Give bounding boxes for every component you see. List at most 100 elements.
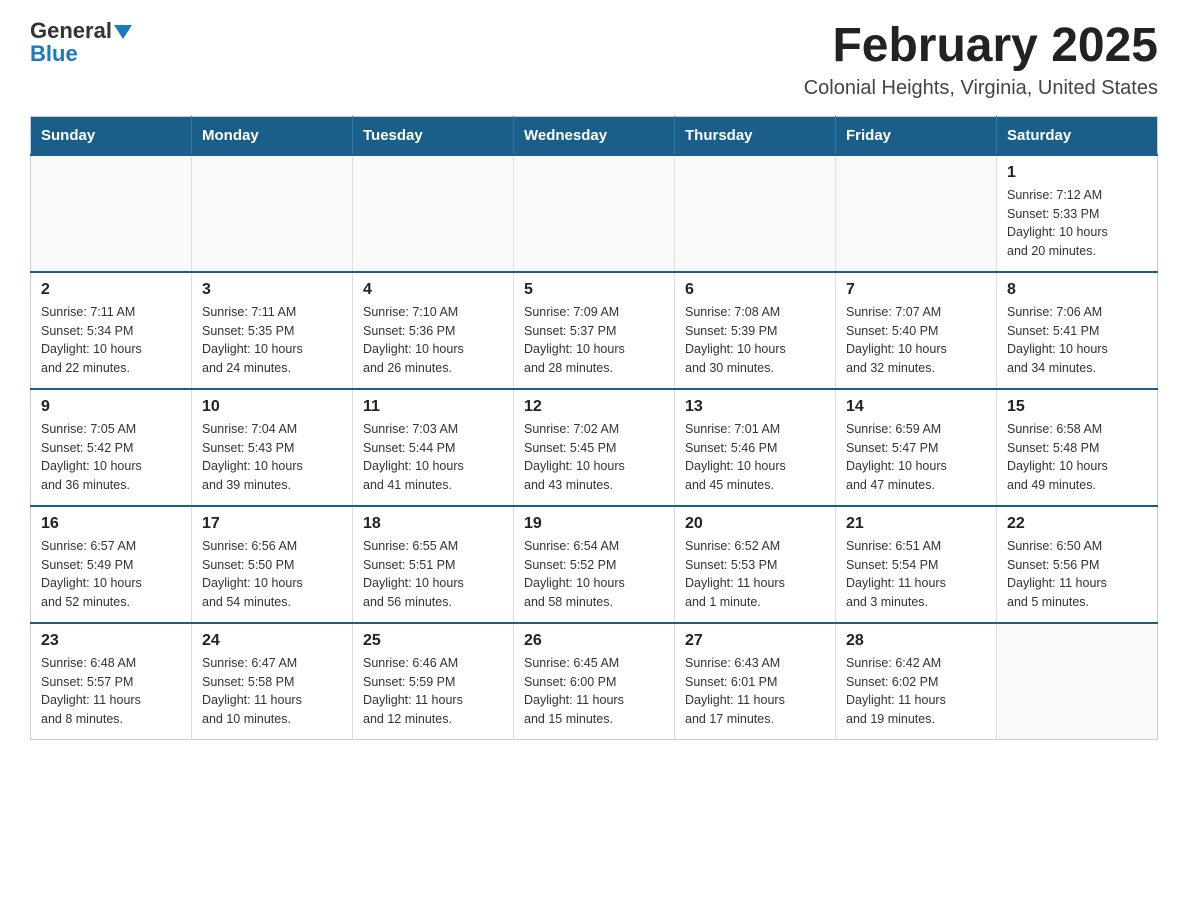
calendar-week-2: 2 Sunrise: 7:11 AMSunset: 5:34 PMDaylight… — [31, 272, 1158, 389]
calendar-body: 1 Sunrise: 7:12 AMSunset: 5:33 PMDaylight… — [31, 155, 1158, 740]
calendar-cell — [353, 155, 514, 272]
day-info: Sunrise: 6:57 AMSunset: 5:49 PMDaylight:… — [41, 537, 181, 612]
calendar-table: SundayMondayTuesdayWednesdayThursdayFrid… — [30, 116, 1158, 740]
day-info: Sunrise: 7:08 AMSunset: 5:39 PMDaylight:… — [685, 303, 825, 378]
calendar-week-3: 9 Sunrise: 7:05 AMSunset: 5:42 PMDaylight… — [31, 389, 1158, 506]
calendar-cell: 26 Sunrise: 6:45 AMSunset: 6:00 PMDayligh… — [514, 623, 675, 740]
weekday-header-sunday: Sunday — [31, 116, 192, 155]
calendar-cell — [675, 155, 836, 272]
day-number: 21 — [846, 515, 986, 533]
weekday-header-row: SundayMondayTuesdayWednesdayThursdayFrid… — [31, 116, 1158, 155]
calendar-cell — [192, 155, 353, 272]
day-number: 16 — [41, 515, 181, 533]
calendar-cell: 20 Sunrise: 6:52 AMSunset: 5:53 PMDayligh… — [675, 506, 836, 623]
page-header: General Blue February 2025 Colonial Heig… — [30, 20, 1158, 100]
day-number: 6 — [685, 281, 825, 299]
day-info: Sunrise: 7:07 AMSunset: 5:40 PMDaylight:… — [846, 303, 986, 378]
calendar-cell: 28Sunrise: 6:42 AMSunset: 6:02 PMDayligh… — [836, 623, 997, 740]
day-info: Sunrise: 7:01 AMSunset: 5:46 PMDaylight:… — [685, 420, 825, 495]
day-info: Sunrise: 7:06 AMSunset: 5:41 PMDaylight:… — [1007, 303, 1147, 378]
calendar-header: SundayMondayTuesdayWednesdayThursdayFrid… — [31, 116, 1158, 155]
day-info: Sunrise: 7:11 AMSunset: 5:35 PMDaylight:… — [202, 303, 342, 378]
calendar-cell: 25 Sunrise: 6:46 AMSunset: 5:59 PMDayligh… — [353, 623, 514, 740]
day-info: Sunrise: 6:51 AMSunset: 5:54 PMDaylight:… — [846, 537, 986, 612]
calendar-cell: 23Sunrise: 6:48 AMSunset: 5:57 PMDayligh… — [31, 623, 192, 740]
calendar-cell: 1 Sunrise: 7:12 AMSunset: 5:33 PMDaylight… — [997, 155, 1158, 272]
day-number: 12 — [524, 398, 664, 416]
logo-bottom: Blue — [30, 43, 78, 66]
day-info: Sunrise: 7:11 AMSunset: 5:34 PMDaylight:… — [41, 303, 181, 378]
day-number: 24 — [202, 632, 342, 650]
day-info: Sunrise: 6:43 AMSunset: 6:01 PMDaylight:… — [685, 654, 825, 729]
day-info: Sunrise: 6:54 AMSunset: 5:52 PMDaylight:… — [524, 537, 664, 612]
day-number: 19 — [524, 515, 664, 533]
calendar-cell: 12 Sunrise: 7:02 AMSunset: 5:45 PMDayligh… — [514, 389, 675, 506]
day-info: Sunrise: 6:59 AMSunset: 5:47 PMDaylight:… — [846, 420, 986, 495]
day-info: Sunrise: 7:12 AMSunset: 5:33 PMDaylight:… — [1007, 186, 1147, 261]
calendar-cell — [31, 155, 192, 272]
day-number: 27 — [685, 632, 825, 650]
logo-blue-text: Blue — [30, 41, 78, 66]
day-info: Sunrise: 6:46 AMSunset: 5:59 PMDaylight:… — [363, 654, 503, 729]
weekday-header-thursday: Thursday — [675, 116, 836, 155]
day-info: Sunrise: 6:55 AMSunset: 5:51 PMDaylight:… — [363, 537, 503, 612]
day-info: Sunrise: 6:52 AMSunset: 5:53 PMDaylight:… — [685, 537, 825, 612]
day-number: 13 — [685, 398, 825, 416]
calendar-cell: 24 Sunrise: 6:47 AMSunset: 5:58 PMDayligh… — [192, 623, 353, 740]
calendar-cell — [514, 155, 675, 272]
weekday-header-tuesday: Tuesday — [353, 116, 514, 155]
calendar-cell: 3Sunrise: 7:11 AMSunset: 5:35 PMDaylight… — [192, 272, 353, 389]
calendar-cell: 2 Sunrise: 7:11 AMSunset: 5:34 PMDaylight… — [31, 272, 192, 389]
day-number: 10 — [202, 398, 342, 416]
calendar-cell: 18Sunrise: 6:55 AMSunset: 5:51 PMDayligh… — [353, 506, 514, 623]
day-info: Sunrise: 6:56 AMSunset: 5:50 PMDaylight:… — [202, 537, 342, 612]
calendar-cell: 6 Sunrise: 7:08 AMSunset: 5:39 PMDaylight… — [675, 272, 836, 389]
logo-top: General — [30, 20, 132, 43]
calendar-cell: 19 Sunrise: 6:54 AMSunset: 5:52 PMDayligh… — [514, 506, 675, 623]
calendar-cell: 7Sunrise: 7:07 AMSunset: 5:40 PMDaylight… — [836, 272, 997, 389]
calendar-cell: 11 Sunrise: 7:03 AMSunset: 5:44 PMDayligh… — [353, 389, 514, 506]
day-number: 22 — [1007, 515, 1147, 533]
calendar-week-5: 23Sunrise: 6:48 AMSunset: 5:57 PMDayligh… — [31, 623, 1158, 740]
calendar-cell: 14 Sunrise: 6:59 AMSunset: 5:47 PMDayligh… — [836, 389, 997, 506]
day-info: Sunrise: 7:02 AMSunset: 5:45 PMDaylight:… — [524, 420, 664, 495]
calendar-cell: 27 Sunrise: 6:43 AMSunset: 6:01 PMDayligh… — [675, 623, 836, 740]
day-info: Sunrise: 7:10 AMSunset: 5:36 PMDaylight:… — [363, 303, 503, 378]
weekday-header-monday: Monday — [192, 116, 353, 155]
day-info: Sunrise: 6:47 AMSunset: 5:58 PMDaylight:… — [202, 654, 342, 729]
day-info: Sunrise: 7:05 AMSunset: 5:42 PMDaylight:… — [41, 420, 181, 495]
day-number: 20 — [685, 515, 825, 533]
calendar-cell — [997, 623, 1158, 740]
day-info: Sunrise: 6:48 AMSunset: 5:57 PMDaylight:… — [41, 654, 181, 729]
day-number: 9 — [41, 398, 181, 416]
location-title: Colonial Heights, Virginia, United State… — [804, 77, 1158, 100]
calendar-cell: 13 Sunrise: 7:01 AMSunset: 5:46 PMDayligh… — [675, 389, 836, 506]
day-info: Sunrise: 7:09 AMSunset: 5:37 PMDaylight:… — [524, 303, 664, 378]
calendar-cell: 17 Sunrise: 6:56 AMSunset: 5:50 PMDayligh… — [192, 506, 353, 623]
logo: General Blue — [30, 20, 132, 66]
day-info: Sunrise: 6:45 AMSunset: 6:00 PMDaylight:… — [524, 654, 664, 729]
day-number: 4 — [363, 281, 503, 299]
calendar-cell: 16 Sunrise: 6:57 AMSunset: 5:49 PMDayligh… — [31, 506, 192, 623]
day-info: Sunrise: 6:50 AMSunset: 5:56 PMDaylight:… — [1007, 537, 1147, 612]
day-number: 8 — [1007, 281, 1147, 299]
day-info: Sunrise: 6:42 AMSunset: 6:02 PMDaylight:… — [846, 654, 986, 729]
day-number: 1 — [1007, 164, 1147, 182]
calendar-cell: 9 Sunrise: 7:05 AMSunset: 5:42 PMDaylight… — [31, 389, 192, 506]
day-number: 2 — [41, 281, 181, 299]
day-number: 5 — [524, 281, 664, 299]
day-number: 25 — [363, 632, 503, 650]
title-section: February 2025 Colonial Heights, Virginia… — [804, 20, 1158, 100]
calendar-cell: 15Sunrise: 6:58 AMSunset: 5:48 PMDayligh… — [997, 389, 1158, 506]
calendar-cell: 10Sunrise: 7:04 AMSunset: 5:43 PMDayligh… — [192, 389, 353, 506]
day-info: Sunrise: 6:58 AMSunset: 5:48 PMDaylight:… — [1007, 420, 1147, 495]
calendar-cell: 21 Sunrise: 6:51 AMSunset: 5:54 PMDayligh… — [836, 506, 997, 623]
day-number: 17 — [202, 515, 342, 533]
day-number: 11 — [363, 398, 503, 416]
day-info: Sunrise: 7:03 AMSunset: 5:44 PMDaylight:… — [363, 420, 503, 495]
logo-triangle-icon — [114, 25, 132, 39]
day-number: 26 — [524, 632, 664, 650]
day-number: 14 — [846, 398, 986, 416]
calendar-cell: 4 Sunrise: 7:10 AMSunset: 5:36 PMDaylight… — [353, 272, 514, 389]
weekday-header-wednesday: Wednesday — [514, 116, 675, 155]
